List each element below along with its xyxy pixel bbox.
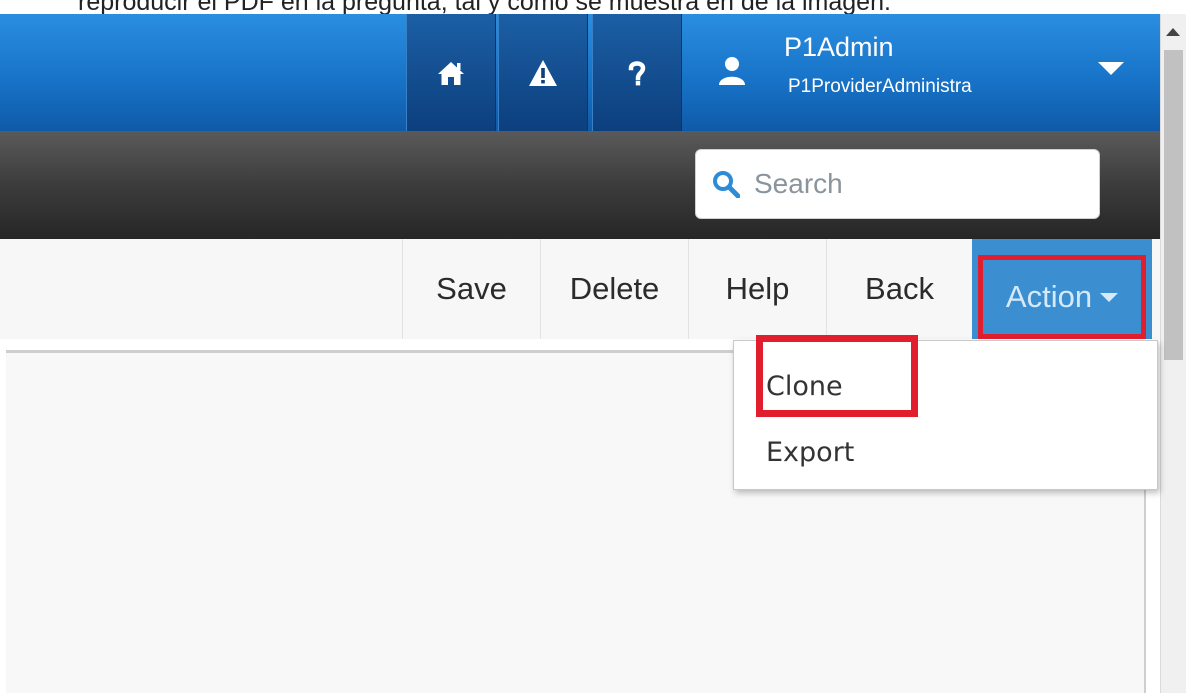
action-dropdown-menu: Clone Export (733, 335, 1158, 490)
home-icon (438, 61, 464, 85)
user-role: P1ProviderAdministra (788, 76, 972, 97)
search-input[interactable] (754, 162, 1084, 206)
back-button[interactable]: Back (826, 239, 972, 339)
scroll-thumb[interactable] (1164, 50, 1183, 360)
alerts-button[interactable] (498, 14, 588, 131)
save-button[interactable]: Save (402, 239, 540, 339)
chevron-down-icon[interactable] (1098, 62, 1124, 75)
top-navigation-bar: P1Admin P1ProviderAdministra (0, 14, 1160, 131)
menu-item-export[interactable]: Export (766, 437, 854, 468)
search-icon (713, 171, 740, 198)
caret-down-icon (1100, 292, 1119, 302)
search-bar (0, 131, 1160, 239)
action-button[interactable]: Action (972, 239, 1152, 339)
user-icon (719, 57, 745, 85)
user-name: P1Admin (784, 32, 894, 62)
help-icon (628, 60, 646, 85)
action-highlight-frame: Action (978, 255, 1146, 339)
search-box[interactable] (695, 149, 1100, 219)
help-button[interactable]: Help (688, 239, 826, 339)
user-menu[interactable]: P1Admin P1ProviderAdministra (686, 14, 1160, 131)
action-toolbar: Save Delete Help Back Action (0, 239, 1160, 339)
caption-text: reproducir el PDF en la pregunta, tal y … (78, 0, 891, 14)
home-button[interactable] (406, 14, 496, 131)
scroll-up-arrow-icon[interactable] (1166, 28, 1180, 36)
help-nav-button[interactable] (592, 14, 682, 131)
delete-button[interactable]: Delete (540, 239, 688, 339)
vertical-scrollbar[interactable] (1160, 14, 1186, 693)
instruction-caption: reproducir el PDF en la pregunta, tal y … (0, 0, 1186, 14)
warning-icon (529, 59, 557, 86)
clone-highlight-frame (756, 335, 918, 417)
action-label: Action (1005, 279, 1093, 314)
